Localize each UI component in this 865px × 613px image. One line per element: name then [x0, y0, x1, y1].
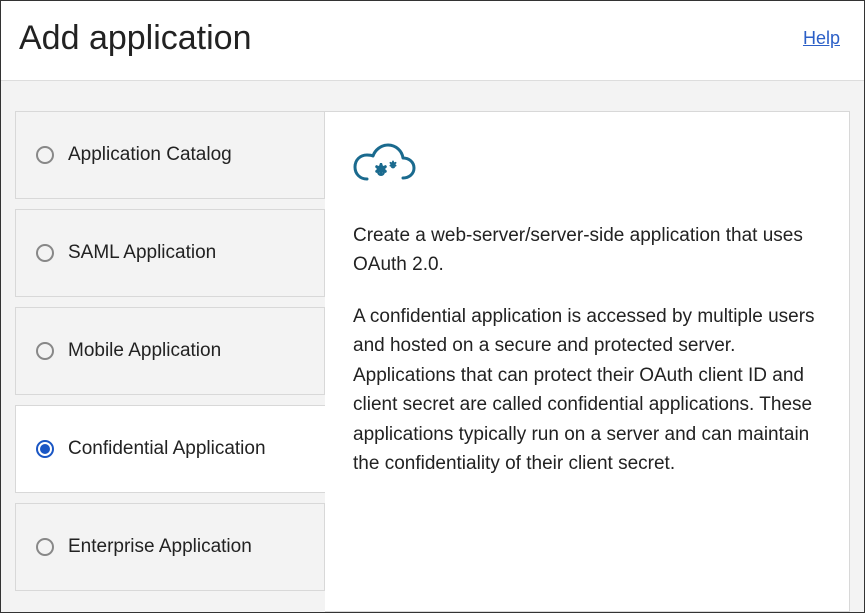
add-application-dialog: Add application Help Application Catalog…	[0, 0, 865, 613]
option-label: Confidential Application	[68, 438, 266, 460]
detail-description-text: A confidential application is accessed b…	[353, 302, 821, 479]
option-label: SAML Application	[68, 242, 216, 264]
option-label: Enterprise Application	[68, 536, 252, 558]
help-link[interactable]: Help	[803, 28, 840, 49]
option-mobile-application[interactable]: Mobile Application	[15, 307, 325, 395]
option-application-catalog[interactable]: Application Catalog	[15, 111, 325, 199]
dialog-header: Add application Help	[1, 1, 864, 81]
option-confidential-application[interactable]: Confidential Application	[15, 405, 325, 493]
radio-icon	[36, 342, 54, 360]
dialog-body: Application Catalog SAML Application Mob…	[1, 81, 864, 612]
option-saml-application[interactable]: SAML Application	[15, 209, 325, 297]
detail-intro-text: Create a web-server/server-side applicat…	[353, 221, 821, 280]
option-label: Mobile Application	[68, 340, 221, 362]
radio-icon	[36, 146, 54, 164]
radio-icon	[36, 440, 54, 458]
cloud-gear-icon	[353, 142, 821, 201]
radio-icon	[36, 538, 54, 556]
page-title: Add application	[19, 19, 252, 58]
option-enterprise-application[interactable]: Enterprise Application	[15, 503, 325, 591]
detail-panel: Create a web-server/server-side applicat…	[325, 111, 850, 612]
radio-icon	[36, 244, 54, 262]
option-label: Application Catalog	[68, 144, 232, 166]
application-type-list: Application Catalog SAML Application Mob…	[1, 111, 325, 612]
